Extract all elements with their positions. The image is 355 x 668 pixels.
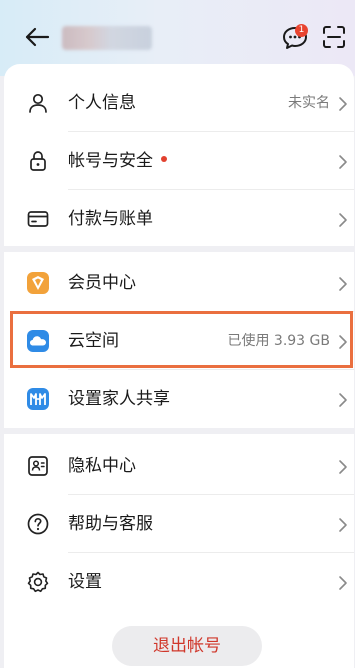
privacy-center-label: 隐私中心 [68,456,136,476]
cloud-space-label: 云空间 [68,331,119,351]
gear-icon [27,571,49,593]
cloud-icon [27,330,49,352]
member-shield-icon [27,272,49,294]
alert-dot [161,156,167,162]
arrow-left-icon[interactable] [24,26,50,48]
account-name-redacted [62,26,152,50]
chevron-right-icon [339,393,347,407]
chevron-right-icon [339,213,347,227]
chevron-right-icon [339,518,347,532]
list-item-family-sharing[interactable]: 设置家人共享 [4,370,354,428]
family-sharing-label: 设置家人共享 [68,389,170,409]
scan-icon[interactable] [322,25,346,49]
list-item-account-security[interactable]: 帐号与安全 [4,132,354,190]
person-icon [29,93,47,113]
account-security-label-wrap: 帐号与安全 [68,150,167,172]
verification-status: 未实名 [288,95,330,111]
list-item-cloud-space[interactable]: 云空间 已使用 3.93 GB [4,312,354,370]
personal-info-label: 个人信息 [68,93,136,113]
card-icon [27,211,49,227]
services-group: 会员中心 云空间 已使用 3.93 GB 设置家人共享 [4,252,354,428]
family-share-icon [27,388,49,410]
list-item-help-support[interactable]: 帮助与客服 [4,495,354,553]
list-item-privacy-center[interactable]: 隐私中心 [4,437,354,495]
help-icon [27,513,49,535]
list-item-personal-info[interactable]: 个人信息 未实名 [4,74,354,132]
message-badge: 1 [295,24,308,37]
help-support-label: 帮助与客服 [68,514,153,534]
chevron-right-icon [339,335,347,349]
chevron-right-icon [339,277,347,291]
settings-label: 设置 [68,572,102,592]
account-settings-group: 个人信息 未实名 帐号与安全 付款与账单 [4,64,354,246]
chevron-right-icon [339,155,347,169]
storage-used: 已使用 3.93 GB [227,333,330,349]
member-center-label: 会员中心 [68,273,136,293]
list-item-payment-billing[interactable]: 付款与账单 [4,190,354,248]
privacy-icon [28,456,48,476]
chevron-right-icon [339,460,347,474]
payment-billing-label: 付款与账单 [68,209,153,229]
chevron-right-icon [339,576,347,590]
account-security-label: 帐号与安全 [68,151,153,171]
list-item-settings[interactable]: 设置 [4,553,354,611]
logout-button[interactable]: 退出帐号 [112,626,262,666]
chevron-right-icon [339,97,347,111]
list-item-member-center[interactable]: 会员中心 [4,254,354,312]
lock-icon [30,151,46,171]
